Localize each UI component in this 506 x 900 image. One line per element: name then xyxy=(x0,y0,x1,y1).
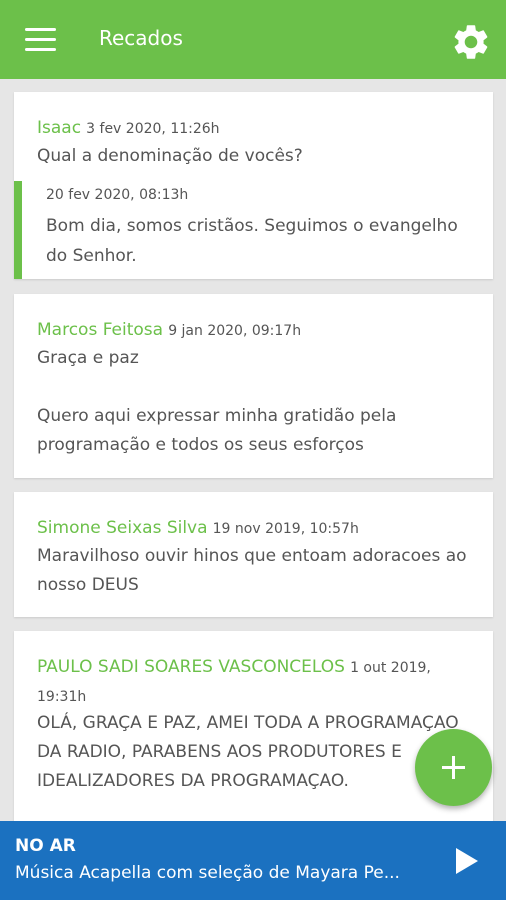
message-author: Isaac xyxy=(37,118,82,138)
reply-indicator-bar xyxy=(14,181,22,279)
add-message-button[interactable] xyxy=(415,729,492,806)
message-header: Isaac 3 fev 2020, 11:26h xyxy=(37,114,477,143)
message-reply: 20 fev 2020, 08:13h Bom dia, somos crist… xyxy=(14,181,493,279)
message-header: PAULO SADI SOARES VASCONCELOS 1 out 2019… xyxy=(37,653,477,711)
play-icon[interactable] xyxy=(450,845,482,877)
message-body: OLÁ, GRAÇA E PAZ, AMEI TODA A PROGRAMAÇA… xyxy=(37,713,459,791)
message-list[interactable]: Isaac 3 fev 2020, 11:26h Qual a denomina… xyxy=(0,79,506,821)
page-title: Recados xyxy=(99,26,183,50)
hamburger-menu-icon[interactable] xyxy=(25,28,56,52)
track-title: Música Acapella com seleção de Mayara Pe… xyxy=(15,863,400,883)
message-body: Graça e paz Quero aqui expressar minha g… xyxy=(37,348,397,455)
live-status-label: NO AR xyxy=(15,836,76,856)
message-header: Simone Seixas Silva 19 nov 2019, 10:57h xyxy=(37,514,477,543)
now-playing-bar[interactable]: NO AR Música Acapella com seleção de May… xyxy=(0,821,506,900)
message-date: 9 jan 2020, 09:17h xyxy=(168,323,302,339)
message-body: Qual a denominação de vocês? xyxy=(37,146,303,166)
reply-date: 20 fev 2020, 08:13h xyxy=(46,187,189,203)
plus-icon xyxy=(442,756,465,779)
message-card[interactable]: Marcos Feitosa 9 jan 2020, 09:17h Graça … xyxy=(14,294,493,478)
message-author: Marcos Feitosa xyxy=(37,320,164,340)
message-card[interactable]: Simone Seixas Silva 19 nov 2019, 10:57h … xyxy=(14,492,493,617)
message-author: PAULO SADI SOARES VASCONCELOS xyxy=(37,657,345,677)
app-bar: Recados xyxy=(0,0,506,79)
gear-icon[interactable] xyxy=(450,21,492,63)
message-date: 19 nov 2019, 10:57h xyxy=(212,521,359,537)
message-body: Maravilhoso ouvir hinos que entoam adora… xyxy=(37,546,467,595)
reply-body: Bom dia, somos cristãos. Seguimos o evan… xyxy=(46,216,458,266)
message-date: 3 fev 2020, 11:26h xyxy=(86,121,220,137)
message-card[interactable]: Isaac 3 fev 2020, 11:26h Qual a denomina… xyxy=(14,92,493,279)
message-header: Marcos Feitosa 9 jan 2020, 09:17h xyxy=(37,316,477,345)
message-author: Simone Seixas Silva xyxy=(37,518,208,538)
